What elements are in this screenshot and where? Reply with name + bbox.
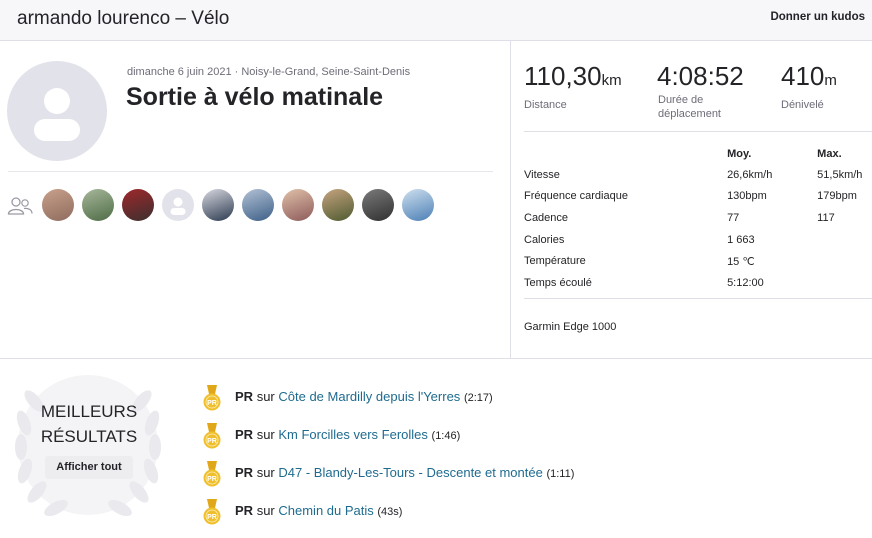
stats-cell-max [817, 250, 872, 272]
stats-cell-max: 179bpm [817, 190, 857, 203]
stats-cell-avg: 15 ℃ [727, 255, 755, 268]
pr-badge: PR [235, 503, 254, 518]
stats-cell-name: Fréquence cardiaque [524, 190, 628, 203]
best-results-title-line2: RÉSULTATS [40, 427, 138, 446]
elevation-value: 410 [781, 61, 825, 91]
group-athletes [42, 189, 434, 221]
pr-word: sur [256, 503, 275, 518]
athlete-avatar[interactable] [402, 189, 434, 221]
user-placeholder-icon [170, 197, 186, 215]
pr-text: PR sur Côte de Mardilly depuis l'Yerres … [235, 389, 493, 404]
pr-badge: PR [235, 427, 254, 442]
divider [8, 171, 493, 172]
athlete-avatar[interactable] [282, 189, 314, 221]
moving-time-stat: 4:08:52 Durée de déplacement [657, 61, 781, 121]
stats-cell-avg: 26,6km/h [727, 168, 773, 181]
avg-header: Moy. [727, 147, 752, 160]
athlete-avatar[interactable] [122, 189, 154, 221]
stats-cell-max [817, 229, 872, 251]
stats-table: Moy. Max. Vitesse 26,6km/h 51,5km/h Fréquen… [524, 143, 872, 294]
svg-text:PR: PR [207, 514, 217, 521]
primary-stats: 110,30km Distance 4:08:52 Durée de dépla… [524, 61, 871, 121]
athlete-avatar[interactable] [242, 189, 274, 221]
elevation-label: Dénivelé [781, 99, 824, 111]
stats-cell-avg: 1 663 [727, 233, 755, 246]
stats-row: Temps écoulé 5:12:00 [524, 272, 872, 294]
stats-row: Cadence 77 117 [524, 207, 872, 229]
pr-time: (43s) [377, 506, 403, 518]
athlete-avatar[interactable] [162, 189, 194, 221]
svg-text:PR: PR [207, 476, 217, 483]
stats-cell-name: Cadence [524, 211, 569, 224]
activity-stats: 110,30km Distance 4:08:52 Durée de dépla… [510, 41, 872, 358]
page-header: armando lourenco – Vélo Donner un kudos [0, 0, 872, 41]
elevation-unit: m [824, 72, 837, 89]
stats-cell-avg: 130bpm [727, 190, 767, 203]
moving-time-label-line2: déplacement [658, 108, 721, 120]
svg-text:PR: PR [207, 400, 217, 407]
pr-text: PR sur Chemin du Patis (43s) [235, 503, 402, 518]
segment-link[interactable]: Km Forcilles vers Ferolles [278, 427, 428, 442]
athlete-avatar[interactable] [362, 189, 394, 221]
pr-word: sur [256, 465, 275, 480]
stats-cell-avg: 77 [727, 211, 740, 224]
best-results-section: MEILLEURS RÉSULTATS Afficher tout PR PR s… [0, 358, 872, 538]
stats-row: Fréquence cardiaque 130bpm 179bpm [524, 186, 872, 208]
show-all-button[interactable]: Afficher tout [45, 456, 133, 479]
distance-stat: 110,30km Distance [524, 61, 657, 121]
activity-title: Sortie à vélo matinale [126, 83, 384, 111]
divider [524, 298, 872, 299]
activity-summary: dimanche 6 juin 2021 · Noisy-le-Grand, S… [0, 41, 510, 358]
distance-label: Distance [524, 99, 567, 111]
activity-date-location: dimanche 6 juin 2021 · Noisy-le-Grand, S… [127, 66, 411, 78]
pr-time: (1:46) [431, 430, 461, 442]
stats-cell-name: Temps écoulé [524, 276, 592, 289]
svg-text:PR: PR [207, 438, 217, 445]
segment-link[interactable]: D47 - Blandy-Les-Tours - Descente et mon… [278, 465, 542, 480]
pr-word: sur [256, 389, 275, 404]
medal-icon: PR [203, 423, 221, 449]
best-results-title-line1: MEILLEURS [40, 402, 138, 421]
give-kudos-button[interactable]: Donner un kudos [770, 11, 865, 23]
medal-icon: PR [203, 461, 221, 487]
medal-icon: PR [203, 499, 221, 525]
device-name: Garmin Edge 1000 [524, 321, 617, 333]
distance-value: 110,30 [524, 61, 602, 91]
stats-row: Température 15 ℃ [524, 250, 872, 272]
athlete-avatar[interactable] [7, 61, 107, 161]
user-placeholder-icon [34, 88, 80, 141]
divider [524, 131, 872, 132]
segment-link[interactable]: Côte de Mardilly depuis l'Yerres [278, 389, 460, 404]
pr-badge: PR [235, 465, 254, 480]
best-results-title: MEILLEURS RÉSULTATS [7, 399, 171, 449]
stats-cell-max [817, 272, 872, 294]
athlete-avatar[interactable] [42, 189, 74, 221]
athlete-avatar[interactable] [82, 189, 114, 221]
pr-time: (2:17) [463, 392, 493, 404]
elevation-stat: 410m Dénivelé [781, 61, 871, 121]
pr-text: PR sur Km Forcilles vers Ferolles (1:46) [235, 427, 460, 442]
stats-row: Vitesse 26,6km/h 51,5km/h [524, 164, 872, 186]
stats-cell-name: Calories [524, 233, 565, 246]
pr-time: (1:11) [546, 468, 575, 480]
stats-cell-name: Vitesse [524, 168, 560, 181]
stats-cell-max: 117 [817, 211, 835, 224]
moving-time-value: 4:08:52 [657, 61, 744, 91]
page-title: armando lourenco – Vélo [17, 8, 230, 29]
distance-unit: km [601, 72, 622, 89]
athlete-avatar[interactable] [322, 189, 354, 221]
pr-word: sur [256, 427, 275, 442]
moving-time-label-line1: Durée de [658, 94, 704, 106]
stats-row: Calories 1 663 [524, 229, 872, 251]
stats-cell-name: Température [524, 255, 586, 268]
pr-badge: PR [235, 389, 254, 404]
segment-link[interactable]: Chemin du Patis [278, 503, 373, 518]
max-header: Max. [817, 147, 842, 160]
stats-cell-avg: 5:12:00 [727, 276, 764, 289]
athlete-avatar[interactable] [202, 189, 234, 221]
group-icon [7, 197, 33, 215]
pr-text: PR sur D47 - Blandy-Les-Tours - Descente… [235, 465, 574, 480]
stats-cell-max: 51,5km/h [817, 168, 863, 181]
medal-icon: PR [203, 385, 221, 411]
